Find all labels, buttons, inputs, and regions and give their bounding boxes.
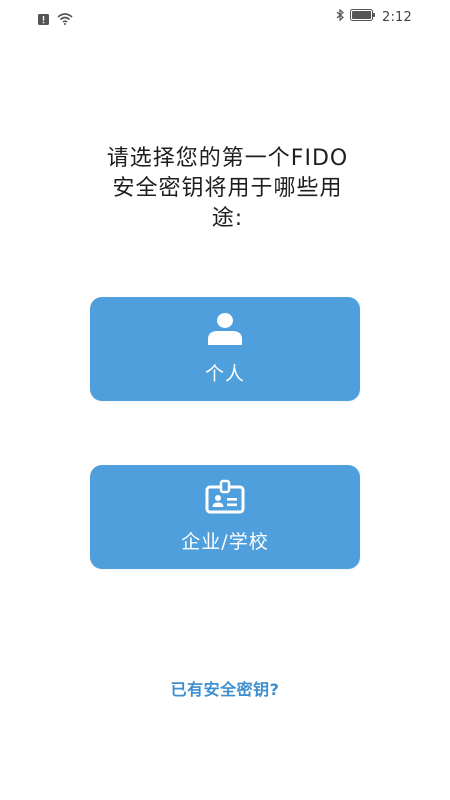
bluetooth-icon bbox=[336, 8, 344, 25]
question-line-3: 途: bbox=[211, 206, 244, 231]
notification-icon bbox=[38, 10, 49, 29]
battery-icon bbox=[350, 9, 376, 25]
status-bar: 2:12 bbox=[0, 0, 450, 36]
status-time: 2:12 bbox=[382, 9, 412, 25]
wifi-icon bbox=[57, 10, 73, 29]
person-icon bbox=[203, 311, 247, 347]
status-bar-right: 2:12 bbox=[336, 8, 412, 25]
personal-choice-button[interactable]: 个人 bbox=[90, 297, 360, 401]
question-line-2: 安全密钥将用于哪些用 bbox=[112, 176, 343, 201]
personal-choice-label: 个人 bbox=[204, 363, 245, 385]
question-text: 请选择您的第一个FIDO 安全密钥将用于哪些用 途: bbox=[95, 144, 360, 234]
status-bar-left bbox=[38, 10, 73, 29]
id-badge-icon bbox=[203, 479, 247, 515]
enterprise-choice-button[interactable]: 企业/学校 bbox=[90, 465, 360, 569]
question-line-1: 请选择您的第一个FIDO bbox=[106, 146, 349, 171]
existing-key-link[interactable]: 已有安全密钥? bbox=[0, 676, 450, 700]
enterprise-choice-label: 企业/学校 bbox=[181, 531, 269, 553]
